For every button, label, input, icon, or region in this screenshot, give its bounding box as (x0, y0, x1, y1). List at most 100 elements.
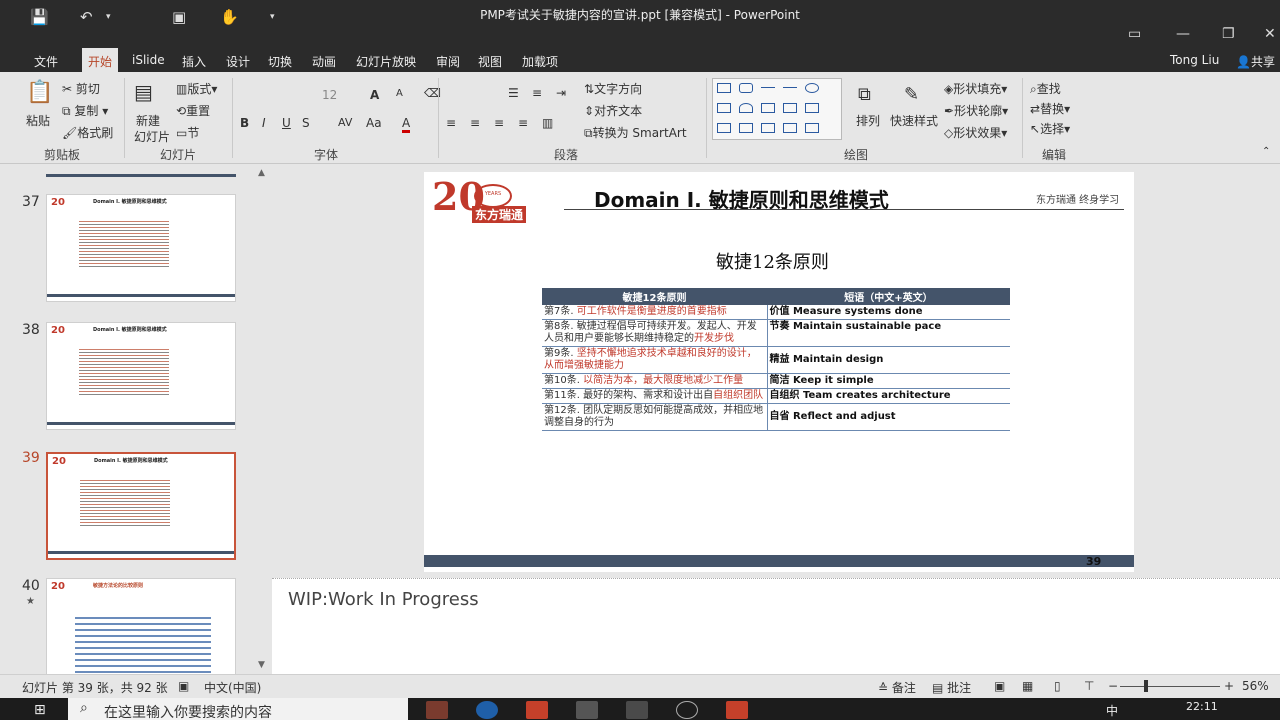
slide-thumbnail-40[interactable]: 20 敏捷方法论的比较原则 (46, 578, 236, 674)
tab-addins[interactable]: 加载项 (522, 53, 558, 70)
align-center-icon[interactable]: ≡ (470, 116, 480, 130)
shape-curve[interactable] (761, 123, 775, 133)
shape-down-arrow[interactable] (805, 103, 819, 113)
shape-rectangle[interactable] (717, 83, 731, 93)
italic-button[interactable]: I (262, 116, 266, 130)
minimize-icon[interactable]: — (1176, 26, 1190, 42)
shapes-gallery[interactable] (712, 78, 842, 140)
windows-start-icon[interactable]: ⊞ (34, 702, 46, 718)
zoom-in-icon[interactable]: + (1224, 679, 1234, 693)
taskbar-clock[interactable]: 22:11 (1186, 700, 1218, 713)
shape-arrow-line[interactable] (783, 87, 797, 88)
scroll-down-icon[interactable]: ▼ (258, 660, 265, 670)
user-name[interactable]: Tong Liu (1170, 53, 1219, 67)
tab-slideshow[interactable]: 幻灯片放映 (356, 53, 416, 70)
ribbon-display-icon[interactable]: ▭ (1128, 26, 1141, 42)
select-button[interactable]: ↖选择▾ (1030, 120, 1070, 137)
format-painter-button[interactable]: 🖌格式刷 (62, 124, 113, 141)
tab-insert[interactable]: 插入 (182, 53, 206, 70)
slide-thumbnail-38[interactable]: 20 Domain I. 敏捷原则和思维模式 (46, 322, 236, 430)
smartart-button[interactable]: ⧉转换为 SmartArt (584, 124, 687, 141)
tab-view[interactable]: 视图 (478, 53, 502, 70)
arrange-button[interactable]: 排列 (856, 112, 880, 129)
app-icon-explorer[interactable] (426, 701, 448, 719)
zoom-slider-handle[interactable] (1144, 680, 1148, 692)
tab-design[interactable]: 设计 (226, 53, 250, 70)
shape-line[interactable] (761, 87, 775, 88)
share-button[interactable]: 👤共享 (1236, 53, 1275, 70)
slide-thumbnail-39[interactable]: 20 Domain I. 敏捷原则和思维模式 (46, 452, 236, 560)
justify-icon[interactable]: ≡ (518, 116, 528, 130)
grow-font-button[interactable]: A (370, 88, 379, 102)
change-case-button[interactable]: Aa (366, 116, 382, 130)
copy-button[interactable]: ⧉ 复制 ▾ (62, 102, 108, 119)
align-text-button[interactable]: ⇕对齐文本 (584, 102, 642, 119)
align-right-icon[interactable]: ≡ (494, 116, 504, 130)
quick-styles-icon[interactable]: ✎ (904, 84, 919, 105)
notes-pane[interactable]: WIP:Work In Progress (272, 578, 1280, 674)
app-icon-window[interactable] (576, 701, 598, 719)
collapse-ribbon-icon[interactable]: ⌃ (1262, 146, 1270, 157)
close-icon[interactable]: ✕ (1264, 26, 1276, 42)
taskbar-search-input[interactable]: ⌕ 在这里输入你要搜索的内容 (68, 698, 408, 720)
ime-indicator[interactable]: 中 (1106, 702, 1118, 719)
shape-fill-button[interactable]: ◈形状填充▾ (944, 80, 1007, 97)
find-button[interactable]: ⌕查找 (1030, 80, 1061, 97)
new-slide-label2[interactable]: 幻灯片 (134, 128, 170, 145)
shape-star[interactable] (739, 123, 753, 133)
shadow-button[interactable]: S (302, 116, 310, 130)
tab-file[interactable]: 文件 (34, 53, 58, 70)
reading-view-icon[interactable]: ▯ (1054, 679, 1061, 693)
app-icon-wechat[interactable] (626, 701, 648, 719)
zoom-level[interactable]: 56% (1242, 679, 1269, 693)
zoom-slider[interactable] (1120, 686, 1220, 687)
replace-button[interactable]: ⇄替换▾ (1030, 100, 1070, 117)
shape-rect2[interactable] (717, 123, 731, 133)
underline-button[interactable]: U (282, 116, 291, 130)
shape-star2[interactable] (805, 123, 819, 133)
section-button[interactable]: ▭节 (176, 124, 199, 141)
font-color-button[interactable]: A (402, 116, 411, 133)
reset-button[interactable]: ⟲重置 (176, 102, 210, 119)
shape-rounded-rect[interactable] (739, 83, 753, 93)
paste-button[interactable]: 粘贴 (26, 112, 50, 129)
bold-button[interactable]: B (240, 116, 249, 130)
normal-view-icon[interactable]: ▣ (994, 679, 1005, 693)
scroll-up-icon[interactable]: ▲ (258, 168, 265, 178)
bullets-icon[interactable]: ☰ (508, 86, 519, 100)
slide-thumbnail-pane[interactable]: 37 20 Domain I. 敏捷原则和思维模式 38 20 Domain I… (0, 164, 272, 674)
arrange-icon[interactable]: ⧉ (858, 84, 871, 105)
cut-button[interactable]: ✂ 剪切 (62, 80, 100, 97)
tab-home[interactable]: 开始 (82, 48, 119, 74)
shape-outline-button[interactable]: ✒形状轮廓▾ (944, 102, 1008, 119)
comments-toggle[interactable]: ▤ 批注 (932, 679, 971, 696)
tab-islide[interactable]: iSlide (132, 53, 165, 67)
shape-elbow[interactable] (761, 103, 775, 113)
align-left-icon[interactable]: ≡ (446, 116, 456, 130)
tab-review[interactable]: 审阅 (436, 53, 460, 70)
font-size-box[interactable]: 12 (322, 88, 337, 102)
language-indicator[interactable]: 中文(中国) (204, 679, 261, 696)
slide-thumbnail-37[interactable]: 20 Domain I. 敏捷原则和思维模式 (46, 194, 236, 302)
shape-triangle[interactable] (739, 103, 753, 113)
notes-text[interactable]: WIP:Work In Progress (288, 589, 479, 610)
principles-table[interactable]: 敏捷12条原则 短语（中文+英文） 第7条. 可工作软件是衡量进度的首要指标 价… (542, 288, 1010, 431)
shape-textbox[interactable] (717, 103, 731, 113)
app-icon-edge[interactable] (476, 701, 498, 719)
shape-effects-button[interactable]: ◇形状效果▾ (944, 124, 1007, 141)
shape-brace[interactable] (783, 123, 797, 133)
slideshow-view-icon[interactable]: ⊤ (1084, 679, 1094, 693)
quick-styles-button[interactable]: 快速样式 (890, 112, 938, 129)
tab-animations[interactable]: 动画 (312, 53, 336, 70)
columns-icon[interactable]: ▥ (542, 116, 553, 130)
shape-oval[interactable] (805, 83, 819, 93)
sorter-view-icon[interactable]: ▦ (1022, 679, 1033, 693)
app-icon-powerpoint[interactable] (526, 701, 548, 719)
spellcheck-icon[interactable]: ▣ (178, 679, 189, 693)
zoom-out-icon[interactable]: − (1108, 679, 1118, 693)
app-icon-clock[interactable] (676, 701, 698, 719)
text-direction-button[interactable]: ⇅文字方向 (584, 80, 642, 97)
numbering-icon[interactable]: ≡ (532, 86, 542, 100)
paste-icon[interactable]: 📋 (26, 80, 53, 105)
layout-button[interactable]: ▥版式▾ (176, 80, 217, 97)
